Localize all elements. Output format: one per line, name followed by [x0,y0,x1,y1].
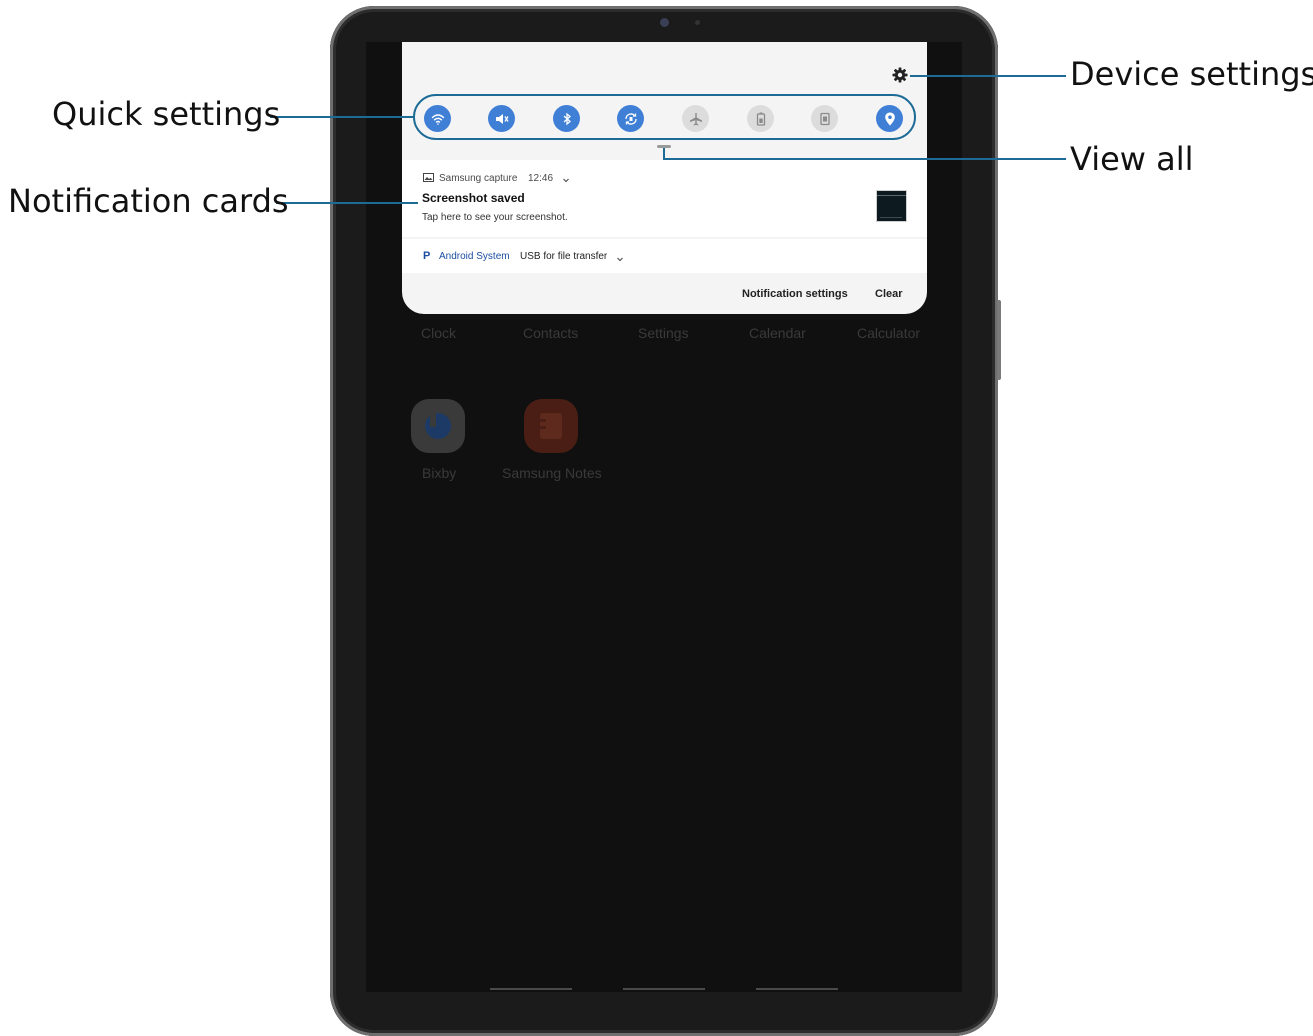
power-saving-icon[interactable] [747,105,774,132]
wifi-icon[interactable] [424,105,451,132]
notification-app-name: Android System [439,251,510,262]
callout-view-all: View all [1070,140,1194,178]
nav-recents[interactable] [490,988,572,990]
app-label-clock[interactable]: Clock [421,325,456,341]
app-label-calculator[interactable]: Calculator [857,325,920,341]
sound-mute-icon[interactable] [488,105,515,132]
notification-app-name: Samsung capture [439,173,518,184]
auto-rotate-icon[interactable] [617,105,644,132]
notification-body: Tap here to see your screenshot. [422,212,568,223]
app-label-samsung-notes: Samsung Notes [502,465,602,481]
callout-notification-cards: Notification cards [8,182,289,220]
notification-body: USB for file transfer [520,251,608,262]
android-system-icon: P [423,250,431,262]
samsung-notes-icon[interactable] [524,399,578,453]
notification-title: Screenshot saved [422,191,525,205]
screenshot-thumbnail[interactable] [876,190,907,222]
bluetooth-icon[interactable] [553,105,580,132]
volume-button [997,300,1001,380]
nav-back[interactable] [756,988,838,990]
notification-settings-button[interactable]: Notification settings [742,288,848,300]
device-settings-leader [910,75,1066,77]
gallery-icon [423,173,434,182]
airplane-mode-icon[interactable] [682,105,709,132]
nav-home[interactable] [623,988,705,990]
settings-gear-icon[interactable] [891,66,909,84]
app-label-contacts[interactable]: Contacts [523,325,578,341]
front-camera [660,18,669,27]
notification-time: 12:46 [528,173,554,184]
callout-device-settings: Device settings [1070,55,1313,93]
view-all-leader [663,158,1066,160]
chevron-down-icon[interactable] [561,172,571,190]
app-label-calendar[interactable]: Calendar [749,325,806,341]
notification-cards-leader [276,202,418,204]
clear-button[interactable]: Clear [875,288,903,300]
chevron-down-icon[interactable] [615,251,625,269]
app-label-bixby: Bixby [422,465,457,481]
app-label-settings[interactable]: Settings [638,325,689,341]
location-icon[interactable] [876,105,903,132]
quick-settings-leader [270,116,413,118]
screen-record-icon[interactable] [811,105,838,132]
sensor [695,20,700,25]
callout-quick-settings: Quick settings [52,95,281,133]
bixby-icon[interactable] [411,399,465,453]
